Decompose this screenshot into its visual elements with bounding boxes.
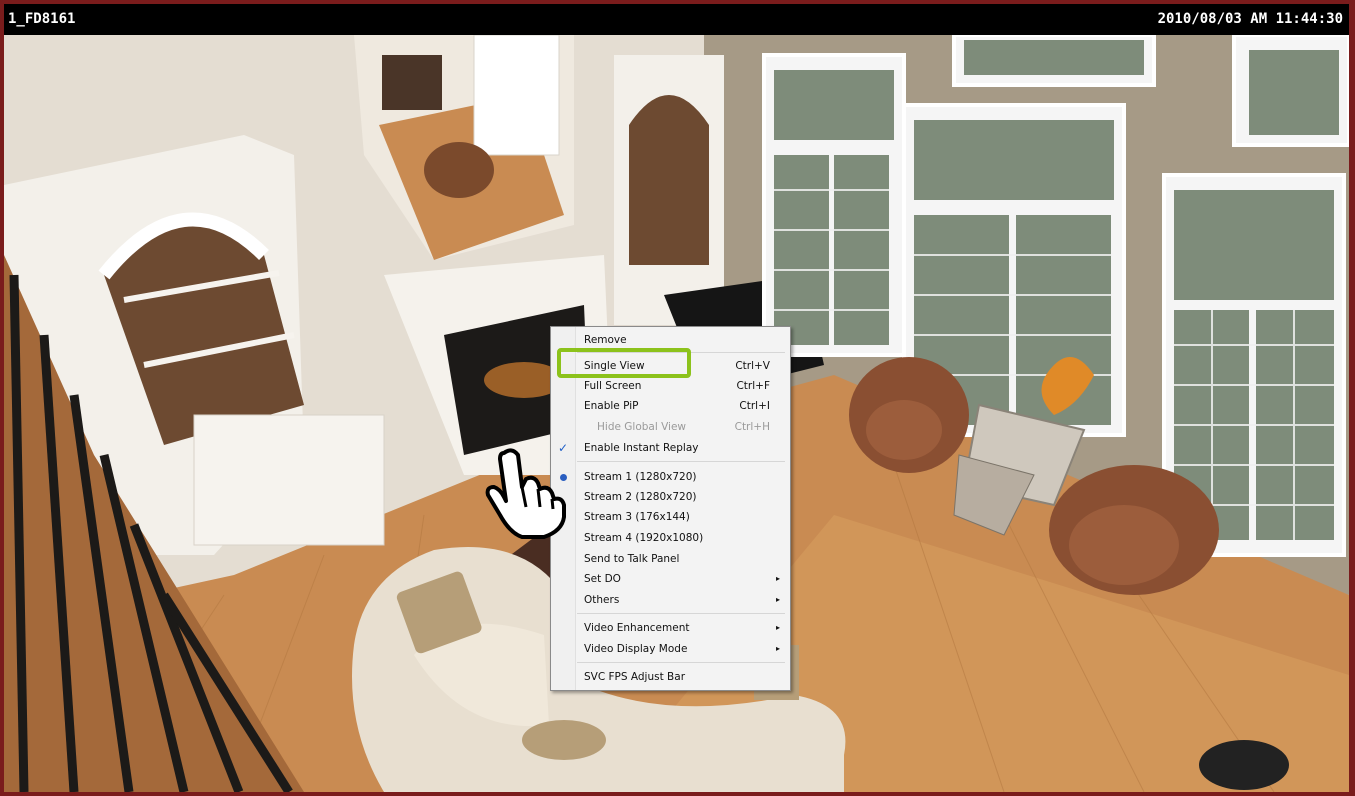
submenu-arrow-icon: ▸ — [775, 623, 780, 632]
menu-item-shortcut: Ctrl+F — [736, 380, 770, 392]
menu-item-label: Stream 3 (176x144) — [584, 511, 690, 523]
menu-separator — [577, 613, 785, 614]
menu-item-label: Set DO — [584, 573, 621, 585]
menu-item-shortcut: Ctrl+H — [734, 421, 770, 433]
menu-item-label: Video Display Mode — [584, 643, 688, 655]
submenu-arrow-icon: ▸ — [775, 574, 780, 583]
single-view-highlight-ring — [557, 348, 691, 378]
context-menu: Remove Single View Ctrl+V Full Screen Ct… — [550, 326, 791, 691]
hand-pointer-icon — [482, 445, 572, 544]
menu-item-others[interactable]: Others ▸ — [551, 590, 790, 610]
menu-item-stream-1[interactable]: Stream 1 (1280x720) — [551, 467, 790, 487]
menu-item-label: Stream 2 (1280x720) — [584, 491, 697, 503]
menu-item-stream-3[interactable]: Stream 3 (176x144) — [551, 507, 790, 527]
menu-item-label: SVC FPS Adjust Bar — [584, 671, 686, 683]
menu-item-label: Remove — [584, 334, 627, 346]
menu-item-hide-global-view: Hide Global View Ctrl+H — [551, 417, 790, 437]
menu-item-video-enhancement[interactable]: Video Enhancement ▸ — [551, 618, 790, 638]
menu-item-label: Enable PiP — [584, 400, 639, 412]
camera-timestamp: 2010/08/03 AM 11:44:30 — [1157, 11, 1343, 27]
menu-item-video-display-mode[interactable]: Video Display Mode ▸ — [551, 639, 790, 659]
menu-item-label: Full Screen — [584, 380, 642, 392]
submenu-arrow-icon: ▸ — [775, 595, 780, 604]
camera-title-bar: 1_FD8161 2010/08/03 AM 11:44:30 — [4, 4, 1349, 35]
submenu-arrow-icon: ▸ — [775, 644, 780, 653]
menu-item-stream-4[interactable]: Stream 4 (1920x1080) — [551, 528, 790, 548]
menu-item-svc-fps-adjust-bar[interactable]: SVC FPS Adjust Bar — [551, 667, 790, 687]
menu-separator — [577, 461, 785, 462]
menu-item-remove[interactable]: Remove — [551, 330, 790, 350]
menu-item-set-do[interactable]: Set DO ▸ — [551, 569, 790, 589]
menu-item-enable-instant-replay[interactable]: ✓ Enable Instant Replay — [551, 438, 790, 458]
menu-item-enable-pip[interactable]: Enable PiP Ctrl+I — [551, 396, 790, 416]
menu-item-shortcut: Ctrl+V — [735, 360, 770, 372]
menu-separator — [577, 662, 785, 663]
menu-item-label: Others — [584, 594, 620, 606]
menu-item-send-to-talk-panel[interactable]: Send to Talk Panel — [551, 549, 790, 569]
menu-item-label: Stream 1 (1280x720) — [584, 471, 697, 483]
menu-item-label: Enable Instant Replay — [584, 442, 699, 454]
menu-item-label: Video Enhancement — [584, 622, 690, 634]
camera-name: 1_FD8161 — [8, 11, 76, 27]
menu-item-label: Send to Talk Panel — [584, 553, 680, 565]
menu-item-full-screen[interactable]: Full Screen Ctrl+F — [551, 376, 790, 396]
menu-item-shortcut: Ctrl+I — [739, 400, 770, 412]
menu-item-label: Stream 4 (1920x1080) — [584, 532, 704, 544]
menu-item-stream-2[interactable]: Stream 2 (1280x720) — [551, 487, 790, 507]
menu-item-label: Hide Global View — [597, 421, 687, 433]
